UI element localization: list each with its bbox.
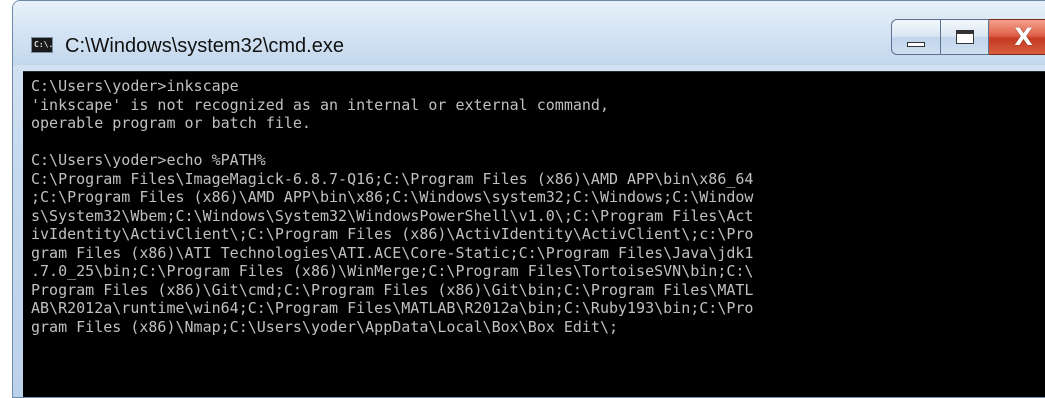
maximize-icon <box>955 30 974 44</box>
console-line: s\System32\Wbem;C:\Windows\System32\Wind… <box>31 206 754 225</box>
minimize-button[interactable] <box>891 19 941 55</box>
maximize-button[interactable] <box>941 19 989 55</box>
minimize-icon <box>907 41 925 47</box>
cmd-app-icon[interactable]: C:\. <box>31 37 53 53</box>
console-output: C:\Users\yoder>inkscape 'inkscape' is no… <box>23 72 1045 336</box>
console-line: gram Files (x86)\Nmap;C:\Users\yoder\App… <box>31 317 618 336</box>
console-line: .7.0_25\bin;C:\Program Files (x86)\WinMe… <box>31 262 754 280</box>
title-bar[interactable]: C:\. C:\Windows\system32\cmd.exe X <box>13 1 1045 65</box>
close-button[interactable]: X <box>989 19 1045 55</box>
console-line: Program Files (x86)\Git\cmd;C:\Program F… <box>31 280 754 299</box>
console-line: ivIdentity\ActivClient\;C:\Program Files… <box>31 225 754 243</box>
console-line: gram Files (x86)\ATI Technologies\ATI.AC… <box>31 243 754 262</box>
caption-buttons: X <box>891 19 1045 57</box>
cmd-app-icon-label: C:\. <box>34 40 54 49</box>
console-line: ;C:\Program Files (x86)\AMD APP\bin\x86;… <box>31 188 754 206</box>
window-title: C:\Windows\system32\cmd.exe <box>65 35 344 57</box>
console-line: C:\Users\yoder>echo %PATH% <box>31 151 266 169</box>
close-icon: X <box>1014 23 1033 51</box>
console-line: operable program or batch file. <box>31 114 311 132</box>
console-line: C:\Users\yoder>inkscape <box>31 77 239 95</box>
cmd-window[interactable]: C:\. C:\Windows\system32\cmd.exe X C:\Us… <box>12 0 1045 398</box>
console-line: C:\Program Files\ImageMagick-6.8.7-Q16;C… <box>31 169 754 188</box>
console-area[interactable]: C:\Users\yoder>inkscape 'inkscape' is no… <box>23 71 1045 397</box>
console-line: 'inkscape' is not recognized as an inter… <box>31 95 609 114</box>
console-line: AB\R2012a\runtime\win64;C:\Program Files… <box>31 299 754 317</box>
